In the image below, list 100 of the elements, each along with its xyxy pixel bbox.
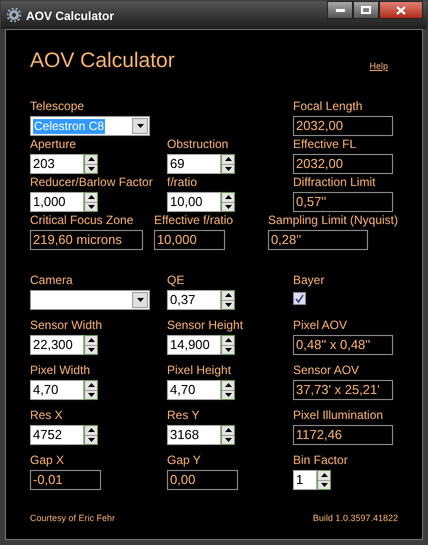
field-label: Sampling Limit (Nyquist) [268,213,398,228]
spinner[interactable] [221,154,235,174]
up-arrow-icon [88,157,94,162]
up-arrow-icon [88,338,94,342]
field-label: QE [167,273,186,288]
number-field[interactable]: 0,37 [167,290,221,310]
caret-icon [136,298,144,302]
spinner[interactable] [317,470,331,490]
number-field[interactable]: 3168 [167,425,221,445]
spinner[interactable] [221,425,235,445]
field-label: Diffraction Limit [293,175,376,190]
down-arrow-icon [224,438,232,442]
readout-field: 10,000 [154,230,225,250]
down-arrow-icon [224,348,232,352]
field-label: Pixel Height [167,363,232,378]
field-label: Telescope [30,99,86,114]
field-label: Effective FL [293,137,358,152]
down-arrow-icon [224,392,232,397]
field-label: f/ratio [167,175,198,190]
number-field[interactable]: 4752 [30,425,84,445]
build-text: Build 1.0.3597.41822 [312,512,398,524]
up-arrow-icon [88,383,94,388]
up-arrow-icon [224,157,232,162]
number-field[interactable]: 1,000 [30,192,84,212]
readout-field: 0,57'' [293,192,393,212]
field-label: Obstruction [167,137,230,152]
field-label: Res Y [167,408,200,423]
dropdown-button[interactable] [132,118,148,134]
readout-field: 219,60 microns [30,230,143,250]
gear-icon [7,8,21,22]
readout-field: 2032,00 [293,154,393,174]
maximize-button[interactable] [353,1,379,19]
field-label: Focal Length [293,99,364,114]
checkbox[interactable] [293,292,306,305]
field-label: Critical Focus Zone [30,213,134,228]
number-field[interactable]: 69 [167,154,221,174]
field-label: Bin Factor [293,453,349,468]
up-arrow-icon [224,338,232,342]
down-arrow-icon [224,302,232,307]
readout-field: 1172,46 [293,425,393,445]
spinner[interactable] [84,192,98,212]
number-field[interactable]: 14,900 [167,335,221,355]
spinner[interactable] [84,425,98,445]
readout-field: 0,48'' x 0,48'' [293,335,393,355]
field-label: Pixel AOV [293,318,348,333]
minimize-button[interactable] [327,1,353,19]
spinner[interactable] [221,290,235,310]
credit-text: Courtesy of Eric Fehr [30,512,116,525]
dropdown-value: Celestron C8 [33,118,106,134]
readout-field: 37,73' x 25,21' [293,380,393,400]
down-arrow-icon [88,204,94,209]
up-arrow-icon [224,383,232,388]
number-field[interactable]: 4,70 [30,380,84,400]
caret-icon [136,124,144,128]
number-field[interactable]: 203 [30,154,84,174]
field-label: Res X [30,408,64,423]
window-title: AOV Calculator [26,8,114,25]
spinner[interactable] [84,154,98,174]
spinner[interactable] [221,335,235,355]
checkmark-icon [295,294,304,303]
down-arrow-icon [88,348,94,352]
up-arrow-icon [224,428,232,432]
field-label: Pixel Illumination [293,408,384,423]
spinner[interactable] [84,380,98,400]
up-arrow-icon [224,293,232,298]
field-label: Pixel Width [30,363,92,378]
up-arrow-icon [88,195,94,200]
field-label: Aperture [30,137,78,152]
down-arrow-icon [88,166,94,171]
field-label: Sensor Height [167,318,244,333]
number-field[interactable]: 1 [293,470,317,490]
down-arrow-icon [320,482,328,487]
help-link[interactable]: Help [369,60,388,73]
field-label: Camera [30,273,74,288]
field-label: Reducer/Barlow Factor [30,175,154,190]
number-field[interactable]: 10,00 [167,192,221,212]
field-label: Effective f/ratio [154,213,234,228]
close-icon [396,6,406,14]
down-arrow-icon [88,438,94,442]
number-field[interactable]: 4,70 [167,380,221,400]
readout-field: 0,00 [167,470,238,490]
app-heading: AOV Calculator [30,49,175,73]
field-label: Sensor AOV [293,363,360,378]
up-arrow-icon [320,473,328,478]
spinner[interactable] [221,380,235,400]
field-label: Gap X [30,453,66,468]
down-arrow-icon [224,204,232,209]
spinner[interactable] [84,335,98,355]
dropdown-button[interactable] [132,292,148,308]
up-arrow-icon [88,428,94,432]
readout-field: 0,28'' [268,230,368,250]
up-arrow-icon [224,195,232,200]
down-arrow-icon [88,392,94,397]
readout-field: 2032,00 [293,116,393,136]
field-label: Gap Y [167,453,202,468]
number-field[interactable]: 22,300 [30,335,84,355]
readout-field: -0,01 [30,470,101,490]
spinner[interactable] [221,192,235,212]
close-button[interactable] [379,1,423,19]
down-arrow-icon [224,166,232,171]
